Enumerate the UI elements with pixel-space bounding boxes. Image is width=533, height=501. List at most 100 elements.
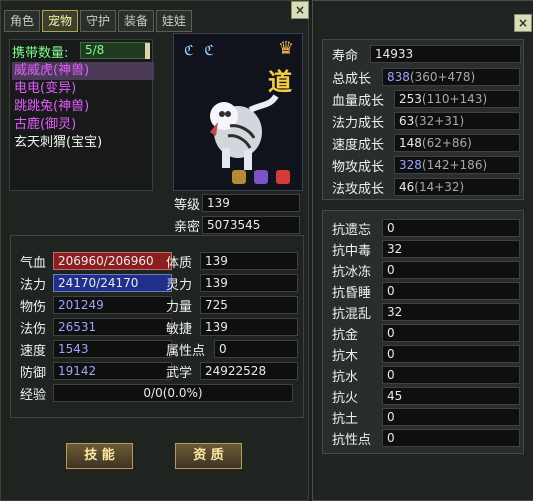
jingyan-row: 经验 0/0(0.0%) <box>20 384 296 403</box>
sudu-growth-value-box: 148(62+86) <box>394 134 520 152</box>
sudu-growth-extra: (62+86) <box>421 136 472 150</box>
intimacy-label: 亲密 <box>174 220 201 235</box>
pet-level-row: 等级 139 <box>174 194 300 213</box>
tab-character[interactable]: 角色 <box>4 10 40 32</box>
resist-value: 0 <box>382 429 520 447</box>
qixue-row: 气血 206960/206960 <box>20 252 172 271</box>
liliang-value: 725 <box>200 296 298 314</box>
tizhi-row: 体质 139 <box>166 252 298 271</box>
minjie-row: 敏捷 139 <box>166 318 298 337</box>
resist-label: 抗水 <box>332 370 359 385</box>
wugong-growth-extra: (142+186) <box>421 158 488 172</box>
fagong-growth-value: 46 <box>399 180 415 194</box>
qixue-value: 206960/206960 <box>53 252 172 270</box>
resist-value: 0 <box>382 219 520 237</box>
fagong-growth-value-box: 46(14+32) <box>394 178 520 196</box>
pet-item-weiweihu[interactable]: 威威虎(神兽) <box>12 62 154 80</box>
fali-value: 24170/24170 <box>53 274 172 292</box>
pet-list-scrollbar[interactable] <box>145 43 150 59</box>
zong-extra: (360+478) <box>409 70 476 84</box>
fali-growth-extra: (32+31) <box>414 114 465 128</box>
fashang-row: 法伤 26531 <box>20 318 172 337</box>
wugong-growth-row: 物攻成长 328(142+186) <box>330 156 520 175</box>
status-icon-3 <box>276 170 290 184</box>
resist-row: 抗火 45 <box>330 387 520 406</box>
zong-value-box: 838(360+478) <box>382 68 520 86</box>
wushang-label: 物伤 <box>20 300 47 315</box>
resist-value: 32 <box>382 303 520 321</box>
resist-row: 抗木 0 <box>330 345 520 364</box>
shouming-row: 寿命 14933 <box>330 45 521 64</box>
tab-pets[interactable]: 宠物 <box>42 10 78 32</box>
tab-equipment[interactable]: 装备 <box>118 10 154 32</box>
liliang-label: 力量 <box>166 300 193 315</box>
pet-name: 电电(变异) <box>14 81 77 96</box>
resist-label: 抗混乱 <box>332 307 372 322</box>
tiger-pet-figure <box>210 94 279 170</box>
shuxingdian-label: 属性点 <box>166 344 206 359</box>
resist-value: 0 <box>382 282 520 300</box>
pet-item-diandian[interactable]: 电电(变异) <box>12 80 154 98</box>
resist-row: 抗昏睡 0 <box>330 282 520 301</box>
resist-value: 0 <box>382 366 520 384</box>
level-label: 等级 <box>174 198 201 213</box>
pet-name: 威威虎(神兽) <box>14 63 90 78</box>
resist-row: 抗土 0 <box>330 408 520 427</box>
lingli-value: 139 <box>200 274 298 292</box>
liliang-row: 力量 725 <box>166 296 298 315</box>
shouming-label: 寿命 <box>332 49 359 64</box>
skills-button[interactable]: 技 能 <box>66 443 133 469</box>
fortune-symbols: ℭ ℭ <box>184 43 218 59</box>
fali-growth-value-box: 63(32+31) <box>394 112 520 130</box>
fali-growth-value: 63 <box>399 114 415 128</box>
wuxue-value: 24922528 <box>200 362 298 380</box>
sudu-growth-label: 速度成长 <box>332 138 385 153</box>
fali-growth-row: 法力成长 63(32+31) <box>330 112 520 131</box>
fagong-growth-extra: (14+32) <box>414 180 465 194</box>
fali-growth-label: 法力成长 <box>332 116 385 131</box>
resist-label: 抗遗忘 <box>332 223 372 238</box>
right-close-button[interactable]: × <box>514 14 532 32</box>
intimacy-value: 5073545 <box>202 216 300 234</box>
pet-name: 跳跳兔(神兽) <box>14 99 90 114</box>
pet-item-tiaotiaotu[interactable]: 跳跳兔(神兽) <box>12 98 154 116</box>
carry-count-label: 携带数量: <box>12 46 69 61</box>
aptitude-button[interactable]: 资 质 <box>175 443 242 469</box>
resist-row: 抗水 0 <box>330 366 520 385</box>
resist-label: 抗金 <box>332 328 359 343</box>
pet-name: 玄天刺猬(宝宝) <box>14 135 103 150</box>
resist-row: 抗混乱 32 <box>330 303 520 322</box>
resist-label: 抗土 <box>332 412 359 427</box>
pet-item-gulu[interactable]: 古鹿(御灵) <box>12 116 154 134</box>
resist-value: 0 <box>382 324 520 342</box>
pet-portrait: ℭ ℭ ♛ 道 <box>173 33 303 191</box>
resist-row: 抗冰冻 0 <box>330 261 520 280</box>
resist-row: 抗遗忘 0 <box>330 219 520 238</box>
zong-row: 总成长 838(360+478) <box>330 68 520 87</box>
wushang-row: 物伤 201249 <box>20 296 172 315</box>
tab-guardian[interactable]: 守护 <box>80 10 116 32</box>
fangyu-label: 防御 <box>20 366 47 381</box>
tab-dolls[interactable]: 娃娃 <box>156 10 192 32</box>
pet-item-xuantiancwei[interactable]: 玄天刺猬(宝宝) <box>12 134 154 152</box>
minjie-value: 139 <box>200 318 298 336</box>
pet-list: 携带数量: 5/8 威威虎(神兽) 电电(变异) 跳跳兔(神兽) 古鹿(御灵) … <box>9 39 154 191</box>
sudu-row: 速度 1543 <box>20 340 172 359</box>
left-close-button[interactable]: × <box>291 1 309 19</box>
sudu-value: 1543 <box>53 340 172 358</box>
jingyan-label: 经验 <box>20 388 47 403</box>
zong-label: 总成长 <box>332 72 372 87</box>
carry-count-value: 5/8 <box>80 42 150 59</box>
wuxue-row: 武学 24922528 <box>166 362 298 381</box>
wuxue-label: 武学 <box>166 366 193 381</box>
wugong-growth-value: 328 <box>399 158 422 172</box>
fali-row: 法力 24170/24170 <box>20 274 172 293</box>
fashang-label: 法伤 <box>20 322 47 337</box>
resist-row: 抗中毒 32 <box>330 240 520 259</box>
sudu-label: 速度 <box>20 344 47 359</box>
crown-icon: ♛ <box>277 38 294 59</box>
resist-label: 抗冰冻 <box>332 265 372 280</box>
resist-row: 抗金 0 <box>330 324 520 343</box>
xueliang-value: 253 <box>399 92 422 106</box>
shuxingdian-row: 属性点 0 <box>166 340 298 359</box>
